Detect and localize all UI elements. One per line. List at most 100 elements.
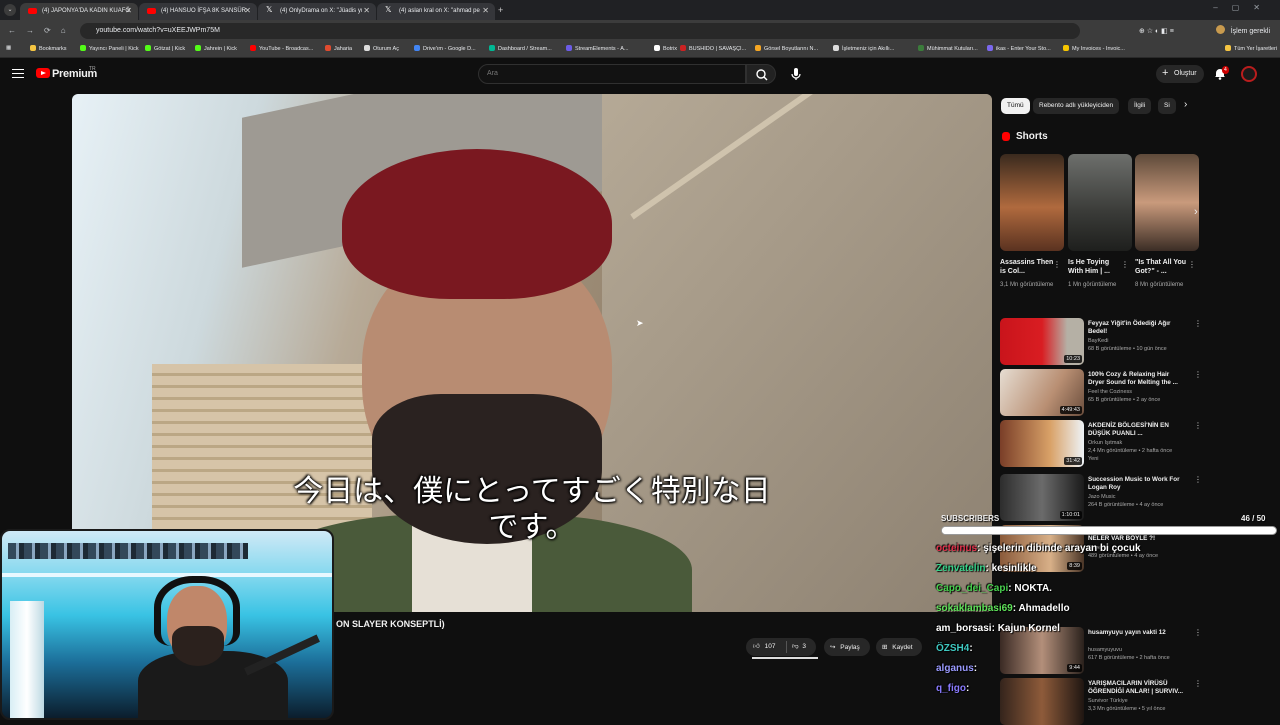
menu-icon[interactable]	[12, 69, 24, 78]
bookmark-label: Jahrein | Kick	[204, 46, 237, 52]
recommendation-thumbnail[interactable]: 10:23	[1000, 318, 1084, 365]
recommendation-channel[interactable]: Feel the Coziness	[1088, 389, 1188, 396]
bookmark-favicon-icon	[364, 45, 370, 51]
more-options-icon[interactable]: ⋮	[1194, 319, 1202, 328]
search-input[interactable]: Ara	[478, 64, 746, 84]
recommendation-thumbnail[interactable]: 4:49:43	[1000, 369, 1084, 416]
shorts-next-icon[interactable]: ›	[1194, 206, 1198, 218]
recommendation-channel[interactable]: Jazo Music	[1088, 494, 1188, 501]
close-icon[interactable]: ✕	[363, 6, 370, 15]
recommendation-channel[interactable]: husamyuyuvu	[1088, 647, 1188, 654]
browser-tab-2[interactable]: (4) HANSUO İFŞA 8K SANSÜR ✕	[139, 3, 257, 20]
chip-related[interactable]: İlgili	[1128, 98, 1152, 114]
recommendation-thumbnail[interactable]: 9:44	[1000, 627, 1084, 674]
url-field[interactable]: youtube.com/watch?v=uXEEJWPm75M	[80, 23, 1080, 39]
thumbs-up-icon: 👍︎	[753, 643, 760, 650]
like-button[interactable]: 👍︎ 107	[753, 642, 775, 650]
bookmark-item[interactable]: Jaharia	[325, 45, 352, 52]
window-controls[interactable]: –▢✕	[1213, 3, 1274, 12]
share-button[interactable]: ↪ Paylaş	[824, 638, 870, 656]
more-options-icon[interactable]: ⋮	[1053, 260, 1061, 269]
chip-more[interactable]: Si	[1158, 98, 1176, 114]
bookmark-item[interactable]: İşletmeniz için Akıllı...	[833, 45, 894, 52]
bookmark-item[interactable]: Yayıncı Paneli | Kick	[80, 45, 139, 52]
bookmark-item[interactable]: Mühimmat Kutuları...	[918, 45, 978, 52]
tab-label: (4) HANSUO İFŞA 8K SANSÜR	[161, 8, 247, 14]
bookmark-item[interactable]: Bookmarks	[30, 45, 67, 52]
account-avatar[interactable]	[1241, 66, 1257, 82]
recommendation-title[interactable]: Succession Music to Work For Logan Roy	[1088, 476, 1184, 492]
more-options-icon[interactable]: ⋮	[1121, 260, 1129, 269]
bookmark-item[interactable]: Oturum Aç	[364, 45, 399, 52]
shorts-heading: Shorts	[1016, 131, 1048, 142]
chat-username[interactable]: am_borsasi	[936, 623, 992, 634]
more-options-icon[interactable]: ⋮	[1194, 679, 1202, 688]
short-thumbnail-3[interactable]	[1135, 154, 1199, 251]
subscriber-goal-bar	[941, 526, 1277, 535]
chat-message: q_figo:	[936, 683, 969, 694]
more-options-icon[interactable]: ⋮	[1194, 421, 1202, 430]
chat-username[interactable]: ÖZSH4	[936, 643, 969, 654]
chat-username[interactable]: sokaklambasi69	[936, 603, 1013, 614]
recommendation-title[interactable]: AKDENİZ BÖLGESİ'NİN EN DÜŞÜK PUANLI ...	[1088, 422, 1184, 438]
bookmark-item[interactable]: Botrix	[654, 45, 677, 52]
browser-tab-3[interactable]: 𝕏 (4) OnlyDrama on X: "Jüadis yı ✕	[258, 3, 376, 20]
recommendation-title[interactable]: husamyuyu yayın vakti 12	[1088, 629, 1184, 637]
chip-from-uploader[interactable]: Rebento adlı yükleyiciden	[1033, 98, 1120, 114]
extensions-icon[interactable]: ⊕ ☆ ◐ ◧ ≡	[1139, 28, 1174, 35]
short-thumbnail-1[interactable]	[1000, 154, 1064, 251]
youtube-logo-icon[interactable]	[36, 68, 50, 78]
short-title-1[interactable]: Assassins Then is Col...	[1000, 258, 1054, 276]
search-button[interactable]	[746, 64, 776, 84]
bookmark-item[interactable]: StreamElements - A...	[566, 45, 629, 52]
bookmark-item[interactable]: Jahrein | Kick	[195, 45, 237, 52]
recommendation-channel[interactable]: BayKedi	[1088, 338, 1188, 345]
new-tab-button[interactable]: +	[498, 5, 503, 15]
bookmark-item[interactable]: Tüm Yer İşaretleri	[1225, 45, 1277, 52]
short-thumbnail-2[interactable]	[1068, 154, 1132, 251]
recommendation-channel[interactable]: Orkun Işıtmak	[1088, 440, 1188, 447]
recommendation-thumbnail[interactable]	[1000, 678, 1084, 725]
bookmark-item[interactable]: Görsel Boyutlarını N...	[755, 45, 818, 52]
chat-username[interactable]: q_figo	[936, 683, 966, 694]
chat-username[interactable]: alganus	[936, 663, 974, 674]
close-icon[interactable]: ✕	[244, 6, 251, 15]
bookmark-item[interactable]: My Invoices - Invoic...	[1063, 45, 1125, 52]
profile-status[interactable]: İşlem gerekli	[1231, 28, 1270, 35]
bookmark-item[interactable]: BUSHIDO | SAVAŞÇI...	[680, 45, 746, 52]
save-button[interactable]: ⊞ Kaydet	[876, 638, 922, 656]
short-title-3[interactable]: "Is That All You Got?" - ...	[1135, 258, 1189, 276]
bookmark-item[interactable]: YouTube - Broadcas...	[250, 45, 313, 52]
dislike-button[interactable]: 👎︎ 3	[792, 642, 806, 650]
create-button[interactable]: + Oluştur	[1156, 65, 1204, 83]
chip-all[interactable]: Tümü	[1001, 98, 1030, 114]
short-title-2[interactable]: Is He Toying With Him | ...	[1068, 258, 1122, 276]
recommendation-channel[interactable]: Survivor Türkiye	[1088, 698, 1188, 705]
recommendation-thumbnail[interactable]: 1:10:01	[1000, 474, 1084, 521]
recommendation-title[interactable]: Feyyaz Yiğit'in Ödediği Ağır Bedel!	[1088, 320, 1184, 336]
tab-search-icon[interactable]: ⌄	[4, 4, 16, 16]
chat-username[interactable]: Capo_dei_Capi	[936, 583, 1008, 594]
profile-avatar[interactable]	[1215, 25, 1225, 34]
browser-tab-1[interactable]: (4) JAPONYA'DA KADIN KUAFÖ ✕	[20, 3, 138, 20]
chat-username[interactable]: octeinus	[936, 543, 977, 554]
bookmark-item[interactable]: ikas - Enter Your Sto...	[987, 45, 1051, 52]
recommendation-title[interactable]: 100% Cozy & Relaxing Hair Dryer Sound fo…	[1088, 371, 1184, 387]
bookmark-item[interactable]: Dashboard / Stream...	[489, 45, 552, 52]
bookmark-item[interactable]: Götzat | Kick	[145, 45, 185, 52]
recommendation-thumbnail[interactable]: 31:42	[1000, 420, 1084, 467]
close-icon[interactable]: ✕	[125, 6, 132, 15]
bookmark-item[interactable]: Drive'ım - Google D...	[414, 45, 476, 52]
more-options-icon[interactable]: ⋮	[1188, 260, 1196, 269]
chevron-right-icon[interactable]: ›	[1184, 99, 1187, 110]
more-options-icon[interactable]: ⋮	[1194, 628, 1202, 637]
apps-grid-icon[interactable]: ▦	[6, 45, 11, 51]
more-options-icon[interactable]: ⋮	[1194, 370, 1202, 379]
recommendation-title[interactable]: YARIŞMACILARIN VİRÜSÜ ÖĞRENDİĞİ ANLAR! |…	[1088, 680, 1184, 696]
browser-tab-4[interactable]: 𝕏 (4) aslan kral on X: "ahmad pe ✕	[377, 3, 495, 20]
close-icon[interactable]: ✕	[482, 6, 489, 15]
voice-search-button[interactable]	[786, 64, 806, 84]
chat-username[interactable]: Zenvatelin	[936, 563, 985, 574]
more-options-icon[interactable]: ⋮	[1194, 475, 1202, 484]
navigation-icons[interactable]: ←→⟳⌂	[8, 26, 76, 35]
